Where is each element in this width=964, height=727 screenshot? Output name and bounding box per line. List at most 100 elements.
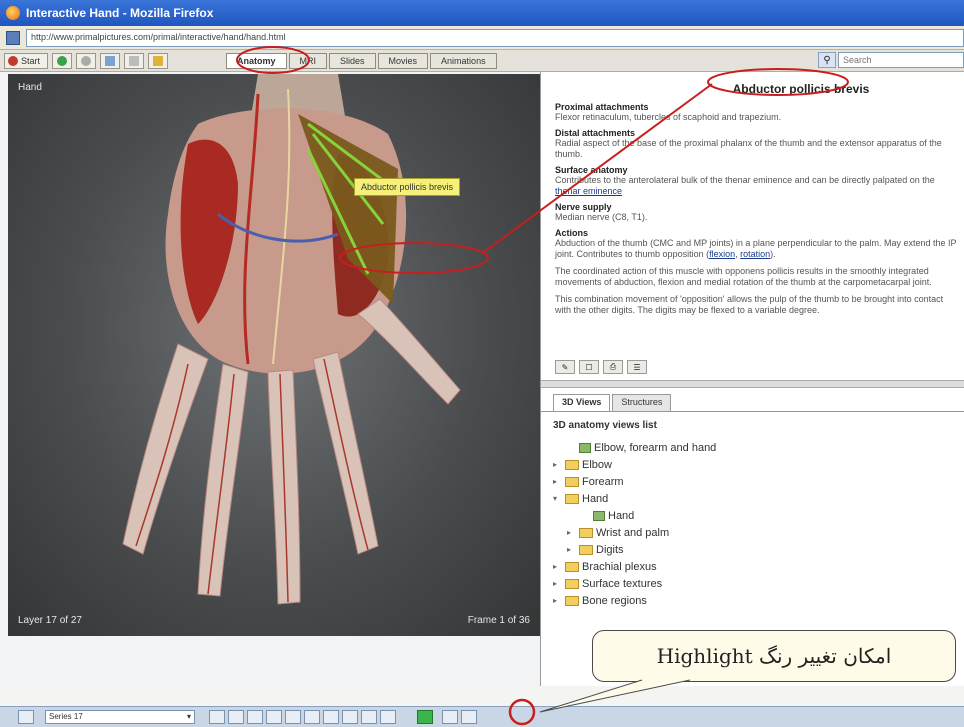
list-button[interactable]: ☰	[627, 360, 647, 374]
tree-item[interactable]: ▸ Elbow	[553, 456, 964, 473]
search-icon[interactable]: ⚲	[818, 52, 836, 68]
grid-button[interactable]	[461, 710, 477, 724]
forward-button[interactable]	[76, 52, 96, 69]
tab-3d-views[interactable]: 3D Views	[553, 394, 611, 411]
section-text: The coordinated action of this muscle wi…	[555, 266, 932, 287]
app-toolbar: Start Anatomy MRI Slides Movies Animatio…	[0, 50, 964, 72]
tree-item[interactable]: ▸ Bone regions	[553, 592, 964, 609]
tree-item-label: Wrist and palm	[596, 526, 670, 539]
rotate-right-button[interactable]	[285, 710, 301, 724]
step-back-button[interactable]	[247, 710, 263, 724]
folder-icon	[579, 544, 593, 555]
tree-item-label: Brachial plexus	[582, 560, 657, 573]
start-button[interactable]: Start	[4, 52, 48, 69]
search-input[interactable]	[838, 52, 964, 68]
start-label: Start	[21, 55, 41, 66]
help-button[interactable]	[148, 52, 168, 69]
note-button[interactable]: ☐	[579, 360, 599, 374]
info-panel: Abductor pollicis brevis Proximal attach…	[540, 72, 964, 686]
expand-toggle-icon[interactable]: ▸	[553, 596, 565, 605]
section-text: Median nerve (C8, T1).	[555, 212, 648, 222]
tree-item-label: Forearm	[582, 475, 624, 488]
folder-icon	[565, 578, 579, 589]
highlight-label: Abductor pollicis brevis	[354, 178, 461, 196]
tree-item[interactable]: ▸ Surface textures	[553, 575, 964, 592]
chevron-down-icon: ▾	[186, 712, 191, 721]
hand-3d-model[interactable]: Hand Abductor pollicis brevis Layer 17 o…	[8, 74, 540, 636]
zoom-out-button[interactable]	[380, 710, 396, 724]
tree-item[interactable]: ▸ Digits	[553, 541, 964, 558]
url-field[interactable]: http://www.primalpictures.com/primal/int…	[26, 28, 964, 47]
expand-toggle-icon[interactable]: ▸	[553, 579, 565, 588]
annotation-callout: امکان تغییر رنگ Highlight	[592, 630, 956, 682]
settings-button[interactable]	[18, 710, 34, 724]
lower-tabs: 3D Views Structures	[541, 394, 964, 412]
tree-item[interactable]: ▸ Brachial plexus	[553, 558, 964, 575]
module-tabs: Anatomy MRI Slides Movies Animations	[226, 52, 499, 69]
app-window: Interactive Hand - Mozilla Firefox http:…	[0, 0, 964, 727]
tree-heading: 3D anatomy views list	[553, 420, 657, 431]
tab-structures[interactable]: Structures	[612, 394, 672, 411]
section-text: ).	[770, 249, 776, 259]
folder-icon	[565, 459, 579, 470]
tab-mri[interactable]: MRI	[288, 52, 328, 69]
tree-item[interactable]: ▸ Wrist and palm	[553, 524, 964, 541]
expand-toggle-icon[interactable]: ▸	[567, 528, 579, 537]
thenar-link[interactable]: thenar eminence	[555, 186, 622, 196]
tree-item-label: Surface textures	[582, 577, 663, 590]
section-text: Radial aspect of the base of the proxima…	[555, 138, 942, 159]
fullscreen-button[interactable]	[442, 710, 458, 724]
expand-toggle-icon[interactable]: ▸	[553, 477, 565, 486]
tree-item[interactable]: ▾ Hand	[553, 490, 964, 507]
pin-button[interactable]: ✎	[555, 360, 575, 374]
series-label: Series 17	[49, 712, 83, 721]
expand-toggle-icon[interactable]: ▸	[553, 460, 565, 469]
view-icon	[593, 510, 605, 521]
layer-up-button[interactable]	[323, 710, 339, 724]
zoom-in-button[interactable]	[361, 710, 377, 724]
section-heading: Nerve supply	[555, 202, 612, 212]
expand-toggle-icon[interactable]: ▸	[567, 545, 579, 554]
layer-down-button[interactable]	[304, 710, 320, 724]
tab-animations[interactable]: Animations	[430, 52, 497, 69]
print-info-button[interactable]: ⎙	[603, 360, 623, 374]
copy-icon	[105, 55, 115, 66]
tree-item-label: Digits	[596, 543, 624, 556]
folder-icon	[565, 476, 579, 487]
flexion-link[interactable]: flexion	[709, 249, 735, 259]
firefox-icon	[6, 6, 20, 20]
tree-item[interactable]: Hand	[553, 507, 964, 524]
tab-slides[interactable]: Slides	[329, 52, 376, 69]
structure-title: Abductor pollicis brevis	[732, 82, 870, 96]
tree-item[interactable]: ▸ Forearm	[553, 473, 964, 490]
start-icon	[8, 55, 18, 66]
highlight-color-button[interactable]	[417, 710, 433, 724]
frame-indicator: Frame 1 of 36	[467, 615, 530, 626]
tree-item-label: Hand	[608, 509, 635, 522]
series-select[interactable]: Series 17 ▾	[45, 710, 195, 724]
callout-text: امکان تغییر رنگ Highlight	[656, 644, 892, 668]
back-button[interactable]	[52, 52, 72, 69]
tab-movies[interactable]: Movies	[377, 52, 429, 69]
hand-illustration	[122, 74, 461, 605]
rotation-link[interactable]: rotation	[740, 249, 770, 259]
tree-item-label: Bone regions	[582, 594, 647, 607]
step-forward-button[interactable]	[266, 710, 282, 724]
folder-icon	[565, 561, 579, 572]
expand-toggle-icon[interactable]: ▸	[553, 562, 565, 571]
label-toggle-button[interactable]	[342, 710, 358, 724]
print-icon	[129, 55, 139, 66]
tree-item[interactable]: Elbow, forearm and hand	[553, 439, 964, 456]
tree-item-label: Elbow	[582, 458, 612, 471]
home-view-button[interactable]	[209, 710, 225, 724]
copy-button[interactable]	[100, 52, 120, 69]
section-heading: Proximal attachments	[555, 102, 649, 112]
rotate-left-button[interactable]	[228, 710, 244, 724]
tab-anatomy[interactable]: Anatomy	[226, 52, 287, 69]
info-actions: ✎ ☐ ⎙ ☰	[555, 360, 651, 374]
splitter[interactable]	[541, 380, 964, 388]
expand-toggle-icon[interactable]: ▾	[553, 494, 565, 503]
folder-icon	[579, 527, 593, 538]
address-bar: http://www.primalpictures.com/primal/int…	[0, 26, 964, 50]
print-button[interactable]	[124, 52, 144, 69]
